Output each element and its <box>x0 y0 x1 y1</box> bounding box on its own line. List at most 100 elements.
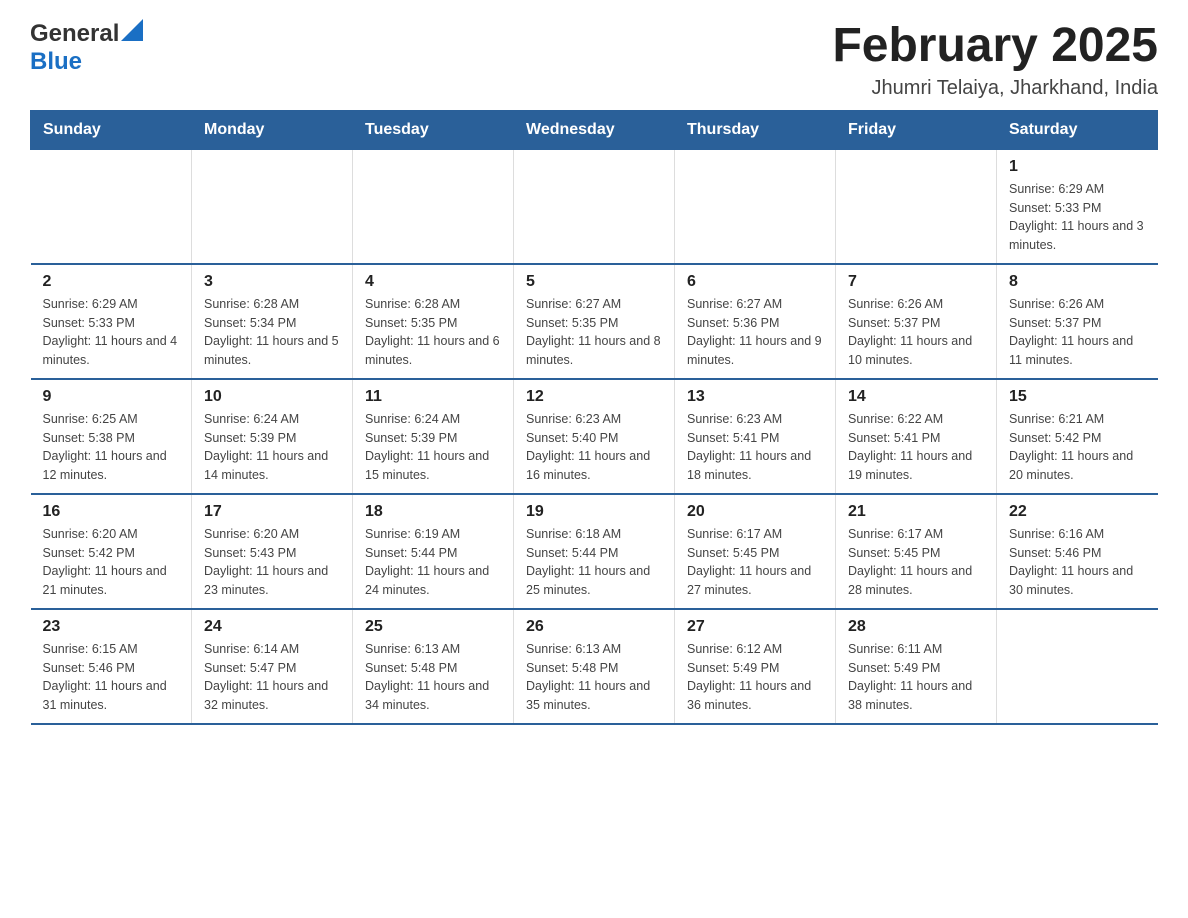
calendar-day-cell: 16Sunrise: 6:20 AMSunset: 5:42 PMDayligh… <box>31 494 192 609</box>
calendar-day-cell: 13 Sunrise: 6:23 AMSunset: 5:41 PMDayligh… <box>675 379 836 494</box>
calendar-day-cell: 4 Sunrise: 6:28 AMSunset: 5:35 PMDaylight… <box>353 264 514 379</box>
page-header: General Blue February 2025 Jhumri Telaiy… <box>30 20 1158 100</box>
calendar-day-cell: 8 Sunrise: 6:26 AMSunset: 5:37 PMDaylight… <box>997 264 1158 379</box>
calendar-day-cell: 3 Sunrise: 6:28 AMSunset: 5:34 PMDaylight… <box>192 264 353 379</box>
day-info: Sunrise: 6:19 AMSunset: 5:44 PMDaylight:… <box>365 525 501 600</box>
day-number: 5 <box>526 273 662 291</box>
day-info: Sunrise: 6:12 AMSunset: 5:49 PMDaylight:… <box>687 640 823 715</box>
day-number: 21 <box>848 503 984 521</box>
calendar-day-cell <box>997 609 1158 724</box>
calendar-day-cell: 18 Sunrise: 6:19 AMSunset: 5:44 PMDayligh… <box>353 494 514 609</box>
calendar-title-block: February 2025 Jhumri Telaiya, Jharkhand,… <box>832 20 1158 100</box>
logo: General Blue <box>30 20 143 76</box>
calendar-week-row: 9Sunrise: 6:25 AMSunset: 5:38 PMDaylight… <box>31 379 1158 494</box>
day-info: Sunrise: 6:16 AMSunset: 5:46 PMDaylight:… <box>1009 525 1146 600</box>
day-info: Sunrise: 6:14 AMSunset: 5:47 PMDaylight:… <box>204 640 340 715</box>
day-number: 2 <box>43 273 180 291</box>
day-info: Sunrise: 6:28 AMSunset: 5:34 PMDaylight:… <box>204 295 340 370</box>
day-info: Sunrise: 6:24 AMSunset: 5:39 PMDaylight:… <box>365 410 501 485</box>
calendar-day-cell: 25 Sunrise: 6:13 AMSunset: 5:48 PMDayligh… <box>353 609 514 724</box>
day-info: Sunrise: 6:20 AMSunset: 5:43 PMDaylight:… <box>204 525 340 600</box>
day-info: Sunrise: 6:13 AMSunset: 5:48 PMDaylight:… <box>365 640 501 715</box>
header-tuesday: Tuesday <box>353 110 514 149</box>
day-number: 17 <box>204 503 340 521</box>
calendar-day-cell <box>675 149 836 264</box>
day-info: Sunrise: 6:24 AMSunset: 5:39 PMDaylight:… <box>204 410 340 485</box>
day-number: 14 <box>848 388 984 406</box>
day-info: Sunrise: 6:26 AMSunset: 5:37 PMDaylight:… <box>1009 295 1146 370</box>
day-info: Sunrise: 6:23 AMSunset: 5:41 PMDaylight:… <box>687 410 823 485</box>
calendar-day-cell <box>836 149 997 264</box>
calendar-day-cell <box>353 149 514 264</box>
calendar-day-cell: 23Sunrise: 6:15 AMSunset: 5:46 PMDayligh… <box>31 609 192 724</box>
calendar-header: SundayMondayTuesdayWednesdayThursdayFrid… <box>31 110 1158 149</box>
day-number: 20 <box>687 503 823 521</box>
day-info: Sunrise: 6:11 AMSunset: 5:49 PMDaylight:… <box>848 640 984 715</box>
day-info: Sunrise: 6:13 AMSunset: 5:48 PMDaylight:… <box>526 640 662 715</box>
day-info: Sunrise: 6:25 AMSunset: 5:38 PMDaylight:… <box>43 410 180 485</box>
day-number: 22 <box>1009 503 1146 521</box>
day-number: 11 <box>365 388 501 406</box>
day-number: 28 <box>848 618 984 636</box>
header-monday: Monday <box>192 110 353 149</box>
day-number: 10 <box>204 388 340 406</box>
day-number: 7 <box>848 273 984 291</box>
day-number: 25 <box>365 618 501 636</box>
calendar-subtitle: Jhumri Telaiya, Jharkhand, India <box>832 77 1158 100</box>
day-info: Sunrise: 6:29 AMSunset: 5:33 PMDaylight:… <box>43 295 180 370</box>
calendar-day-cell: 12 Sunrise: 6:23 AMSunset: 5:40 PMDayligh… <box>514 379 675 494</box>
calendar-week-row: 23Sunrise: 6:15 AMSunset: 5:46 PMDayligh… <box>31 609 1158 724</box>
day-number: 6 <box>687 273 823 291</box>
calendar-day-cell: 24 Sunrise: 6:14 AMSunset: 5:47 PMDayligh… <box>192 609 353 724</box>
day-number: 18 <box>365 503 501 521</box>
calendar-day-cell: 22 Sunrise: 6:16 AMSunset: 5:46 PMDayligh… <box>997 494 1158 609</box>
day-info: Sunrise: 6:20 AMSunset: 5:42 PMDaylight:… <box>43 525 180 600</box>
header-sunday: Sunday <box>31 110 192 149</box>
calendar-day-cell: 14 Sunrise: 6:22 AMSunset: 5:41 PMDayligh… <box>836 379 997 494</box>
calendar-day-cell: 15Sunrise: 6:21 AMSunset: 5:42 PMDayligh… <box>997 379 1158 494</box>
calendar-day-cell <box>514 149 675 264</box>
day-number: 26 <box>526 618 662 636</box>
calendar-day-cell: 5Sunrise: 6:27 AMSunset: 5:35 PMDaylight… <box>514 264 675 379</box>
calendar-day-cell: 1 Sunrise: 6:29 AMSunset: 5:33 PMDaylight… <box>997 149 1158 264</box>
day-info: Sunrise: 6:22 AMSunset: 5:41 PMDaylight:… <box>848 410 984 485</box>
calendar-day-cell: 9Sunrise: 6:25 AMSunset: 5:38 PMDaylight… <box>31 379 192 494</box>
logo-general-text: General <box>30 20 119 48</box>
calendar-day-cell: 2 Sunrise: 6:29 AMSunset: 5:33 PMDaylight… <box>31 264 192 379</box>
calendar-day-cell <box>31 149 192 264</box>
header-wednesday: Wednesday <box>514 110 675 149</box>
calendar-day-cell: 26 Sunrise: 6:13 AMSunset: 5:48 PMDayligh… <box>514 609 675 724</box>
calendar-day-cell: 17 Sunrise: 6:20 AMSunset: 5:43 PMDayligh… <box>192 494 353 609</box>
day-info: Sunrise: 6:27 AMSunset: 5:36 PMDaylight:… <box>687 295 823 370</box>
day-number: 4 <box>365 273 501 291</box>
calendar-week-row: 16Sunrise: 6:20 AMSunset: 5:42 PMDayligh… <box>31 494 1158 609</box>
day-number: 8 <box>1009 273 1146 291</box>
day-number: 1 <box>1009 158 1146 176</box>
calendar-title: February 2025 <box>832 20 1158 73</box>
days-header-row: SundayMondayTuesdayWednesdayThursdayFrid… <box>31 110 1158 149</box>
calendar-day-cell: 19Sunrise: 6:18 AMSunset: 5:44 PMDayligh… <box>514 494 675 609</box>
day-info: Sunrise: 6:26 AMSunset: 5:37 PMDaylight:… <box>848 295 984 370</box>
day-info: Sunrise: 6:18 AMSunset: 5:44 PMDaylight:… <box>526 525 662 600</box>
logo-triangle-icon <box>121 19 143 41</box>
calendar-table: SundayMondayTuesdayWednesdayThursdayFrid… <box>30 110 1158 725</box>
day-info: Sunrise: 6:15 AMSunset: 5:46 PMDaylight:… <box>43 640 180 715</box>
day-info: Sunrise: 6:23 AMSunset: 5:40 PMDaylight:… <box>526 410 662 485</box>
header-friday: Friday <box>836 110 997 149</box>
day-number: 12 <box>526 388 662 406</box>
calendar-day-cell: 10 Sunrise: 6:24 AMSunset: 5:39 PMDayligh… <box>192 379 353 494</box>
calendar-day-cell: 28 Sunrise: 6:11 AMSunset: 5:49 PMDayligh… <box>836 609 997 724</box>
logo-blue-text: Blue <box>30 48 82 75</box>
day-info: Sunrise: 6:29 AMSunset: 5:33 PMDaylight:… <box>1009 180 1146 255</box>
calendar-week-row: 2 Sunrise: 6:29 AMSunset: 5:33 PMDaylight… <box>31 264 1158 379</box>
calendar-body: 1 Sunrise: 6:29 AMSunset: 5:33 PMDaylight… <box>31 149 1158 724</box>
day-number: 3 <box>204 273 340 291</box>
day-number: 13 <box>687 388 823 406</box>
calendar-day-cell: 7 Sunrise: 6:26 AMSunset: 5:37 PMDaylight… <box>836 264 997 379</box>
calendar-day-cell <box>192 149 353 264</box>
day-info: Sunrise: 6:28 AMSunset: 5:35 PMDaylight:… <box>365 295 501 370</box>
day-info: Sunrise: 6:21 AMSunset: 5:42 PMDaylight:… <box>1009 410 1146 485</box>
day-number: 24 <box>204 618 340 636</box>
day-info: Sunrise: 6:17 AMSunset: 5:45 PMDaylight:… <box>848 525 984 600</box>
day-number: 27 <box>687 618 823 636</box>
